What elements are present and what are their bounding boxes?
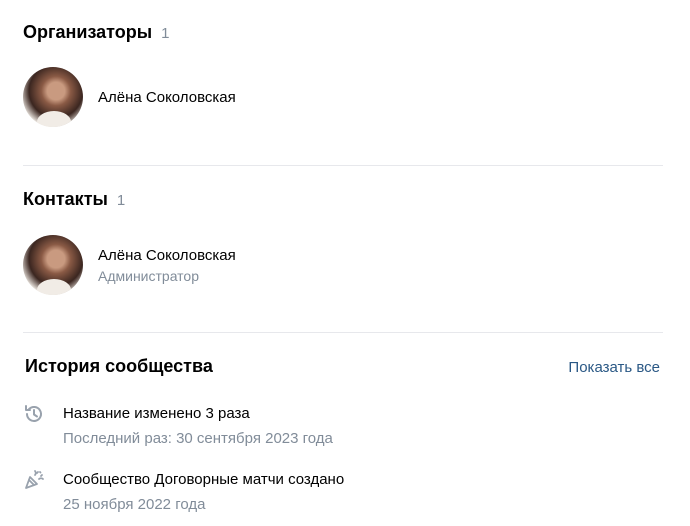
contact-role: Администратор xyxy=(98,267,200,284)
contact-item[interactable]: Алёна Соколовская Администратор xyxy=(23,235,236,295)
history-item-title: Название изменено 3 раза xyxy=(63,405,250,422)
history-item-date: 25 ноября 2022 года xyxy=(63,496,206,513)
contacts-count: 1 xyxy=(116,192,126,209)
divider xyxy=(23,332,663,333)
history-item-title: Сообщество Договорные матчи создано xyxy=(63,471,345,488)
contacts-title: Контакты xyxy=(23,189,108,209)
show-all-link[interactable]: Показать все xyxy=(568,359,660,376)
history-item: Сообщество Договорные матчи создано 25 н… xyxy=(23,468,344,518)
organizers-title: Организаторы xyxy=(23,22,153,42)
avatar[interactable] xyxy=(23,67,83,127)
contacts-heading: Контакты 1 xyxy=(23,189,125,210)
history-item-date: Последний раз: 30 сентября 2023 года xyxy=(63,430,333,447)
organizers-heading: Организаторы 1 xyxy=(23,22,169,43)
organizer-item[interactable]: Алёна Соколовская xyxy=(23,67,236,127)
history-item: Название изменено 3 раза Последний раз: … xyxy=(23,402,333,452)
contact-name[interactable]: Алёна Соколовская xyxy=(98,245,236,266)
avatar[interactable] xyxy=(23,235,83,295)
party-popper-icon xyxy=(23,469,45,491)
organizer-name[interactable]: Алёна Соколовская xyxy=(98,87,236,108)
divider xyxy=(23,165,663,166)
organizers-count: 1 xyxy=(161,25,170,42)
history-title: История сообщества xyxy=(25,356,213,376)
history-icon xyxy=(23,403,45,425)
